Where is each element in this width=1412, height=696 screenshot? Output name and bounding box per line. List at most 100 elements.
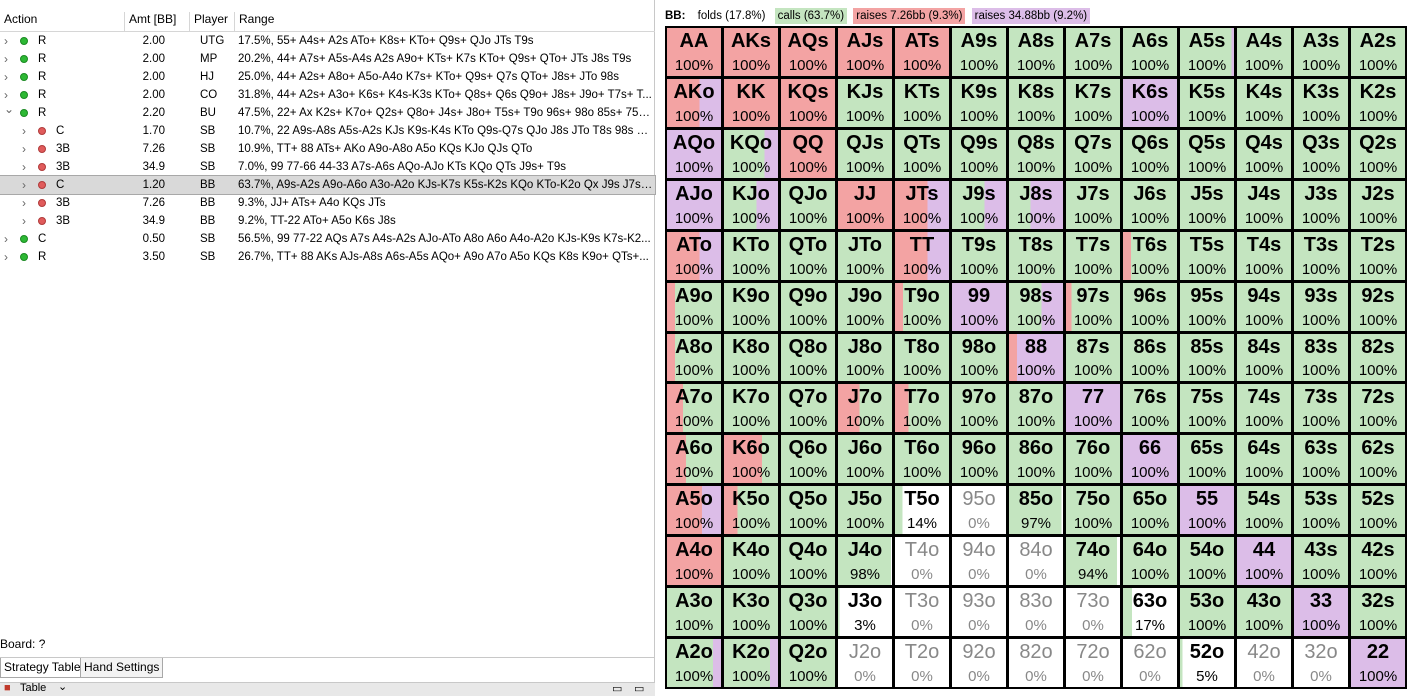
action-row[interactable]: › R 3.50 SB 26.7%, TT+ 88 AKs AJs-A8s A6s-A5… [0, 248, 655, 266]
hand-cell-Q8s[interactable]: Q8s 100% [1009, 129, 1063, 178]
hand-cell-K2s[interactable]: K2s 100% [1351, 78, 1405, 127]
hand-cell-87o[interactable]: 87o 100% [1009, 384, 1063, 433]
hand-cell-75o[interactable]: 75o 100% [1066, 486, 1120, 535]
hand-cell-K6s[interactable]: K6s 100% [1123, 78, 1177, 127]
hand-cell-KTs[interactable]: KTs 100% [895, 78, 949, 127]
hand-cell-76o[interactable]: 76o 100% [1066, 435, 1120, 484]
hand-cell-J5s[interactable]: J5s 100% [1180, 180, 1234, 229]
hand-cell-KQo[interactable]: KQo 100% [724, 129, 778, 178]
expand-chevron-icon[interactable]: › [22, 194, 26, 212]
hand-cell-KJs[interactable]: KJs 100% [838, 78, 892, 127]
hand-cell-Q4o[interactable]: Q4o 100% [781, 537, 835, 586]
hand-cell-44[interactable]: 44 100% [1237, 537, 1291, 586]
col-header-player[interactable]: Player [189, 12, 228, 32]
hand-cell-77[interactable]: 77 100% [1066, 384, 1120, 433]
hand-cell-Q9o[interactable]: Q9o 100% [781, 282, 835, 331]
expand-chevron-icon[interactable]: › [4, 230, 8, 248]
hand-cell-QQ[interactable]: QQ 100% [781, 129, 835, 178]
action-row[interactable]: › C 1.20 BB 63.7%, A9s-A2s A9o-A6o A3o-A2o K… [0, 175, 656, 195]
hand-cell-KK[interactable]: KK 100% [724, 78, 778, 127]
hand-cell-J4s[interactable]: J4s 100% [1237, 180, 1291, 229]
hand-cell-98s[interactable]: 98s 100% [1009, 282, 1063, 331]
hand-cell-J8o[interactable]: J8o 100% [838, 333, 892, 382]
hand-cell-54s[interactable]: 54s 100% [1237, 486, 1291, 535]
hand-cell-J5o[interactable]: J5o 100% [838, 486, 892, 535]
expand-chevron-icon[interactable]: › [22, 158, 26, 176]
hand-cell-QTs[interactable]: QTs 100% [895, 129, 949, 178]
hand-cell-K2o[interactable]: K2o 100% [724, 639, 778, 687]
hand-cell-A9s[interactable]: A9s 100% [952, 28, 1006, 76]
hand-cell-65s[interactable]: 65s 100% [1180, 435, 1234, 484]
hand-cell-JTs[interactable]: JTs 100% [895, 180, 949, 229]
hand-cell-82o[interactable]: 82o 0% [1009, 639, 1063, 687]
hand-cell-92o[interactable]: 92o 0% [952, 639, 1006, 687]
hand-cell-74o[interactable]: 74o 94% [1066, 537, 1120, 586]
hand-cell-K5o[interactable]: K5o 100% [724, 486, 778, 535]
maximize-icon[interactable]: ▭ [634, 683, 644, 695]
hand-cell-95o[interactable]: 95o 0% [952, 486, 1006, 535]
hand-cell-54o[interactable]: 54o 100% [1180, 537, 1234, 586]
hand-cell-Q4s[interactable]: Q4s 100% [1237, 129, 1291, 178]
hand-cell-64s[interactable]: 64s 100% [1237, 435, 1291, 484]
hand-cell-A5s[interactable]: A5s 100% [1180, 28, 1234, 76]
hand-cell-96o[interactable]: 96o 100% [952, 435, 1006, 484]
hand-cell-A7s[interactable]: A7s 100% [1066, 28, 1120, 76]
hand-cell-AKs[interactable]: AKs 100% [724, 28, 778, 76]
hand-cell-66[interactable]: 66 100% [1123, 435, 1177, 484]
hand-cell-62s[interactable]: 62s 100% [1351, 435, 1405, 484]
tab-hand-settings[interactable]: Hand Settings [80, 658, 164, 678]
hand-cell-92s[interactable]: 92s 100% [1351, 282, 1405, 331]
hand-cell-A3s[interactable]: A3s 100% [1294, 28, 1348, 76]
hand-cell-53o[interactable]: 53o 100% [1180, 588, 1234, 637]
hand-cell-43o[interactable]: 43o 100% [1237, 588, 1291, 637]
hand-cell-73o[interactable]: 73o 0% [1066, 588, 1120, 637]
hand-cell-97s[interactable]: 97s 100% [1066, 282, 1120, 331]
expand-chevron-icon[interactable]: › [22, 122, 26, 140]
hand-cell-83o[interactable]: 83o 0% [1009, 588, 1063, 637]
hand-cell-T4s[interactable]: T4s 100% [1237, 231, 1291, 280]
hand-cell-Q3o[interactable]: Q3o 100% [781, 588, 835, 637]
hand-cell-ATo[interactable]: ATo 100% [667, 231, 721, 280]
hand-cell-87s[interactable]: 87s 100% [1066, 333, 1120, 382]
hand-cell-62o[interactable]: 62o 0% [1123, 639, 1177, 687]
hand-cell-A8s[interactable]: A8s 100% [1009, 28, 1063, 76]
expand-chevron-icon[interactable]: › [4, 32, 8, 50]
hand-cell-83s[interactable]: 83s 100% [1294, 333, 1348, 382]
expand-chevron-icon[interactable]: › [22, 176, 26, 194]
action-row[interactable]: › R 2.00 MP 20.2%, 44+ A7s+ A5s-A4s A2s A9o+… [0, 50, 655, 68]
hand-cell-52s[interactable]: 52s 100% [1351, 486, 1405, 535]
hand-cell-85o[interactable]: 85o 97% [1009, 486, 1063, 535]
action-row[interactable]: › R 2.00 UTG 17.5%, 55+ A4s+ A2s ATo+ K8s+ K… [0, 32, 655, 50]
hand-cell-Q2o[interactable]: Q2o 100% [781, 639, 835, 687]
hand-cell-A5o[interactable]: A5o 100% [667, 486, 721, 535]
expand-chevron-icon[interactable]: › [22, 212, 26, 230]
hand-cell-82s[interactable]: 82s 100% [1351, 333, 1405, 382]
hand-cell-K8s[interactable]: K8s 100% [1009, 78, 1063, 127]
hand-cell-86o[interactable]: 86o 100% [1009, 435, 1063, 484]
hand-cell-72s[interactable]: 72s 100% [1351, 384, 1405, 433]
hand-cell-Q6o[interactable]: Q6o 100% [781, 435, 835, 484]
action-row[interactable]: › C 0.50 SB 56.5%, 99 77-22 AQs A7s A4s-A2s … [0, 230, 655, 248]
hand-cell-T5o[interactable]: T5o 14% [895, 486, 949, 535]
expand-chevron-icon[interactable]: › [22, 140, 26, 158]
hand-cell-63s[interactable]: 63s 100% [1294, 435, 1348, 484]
hand-cell-86s[interactable]: 86s 100% [1123, 333, 1177, 382]
action-row[interactable]: › 3B 7.26 SB 10.9%, TT+ 88 ATs+ AKo A9o-A8o … [0, 140, 655, 158]
action-row[interactable]: › 3B 34.9 SB 7.0%, 99 77-66 44-33 A7s-A6s AQ… [0, 158, 655, 176]
hand-cell-K3o[interactable]: K3o 100% [724, 588, 778, 637]
hand-cell-Q7o[interactable]: Q7o 100% [781, 384, 835, 433]
hand-cell-AJo[interactable]: AJo 100% [667, 180, 721, 229]
minimize-icon[interactable]: ▭ [612, 683, 622, 695]
hand-cell-K3s[interactable]: K3s 100% [1294, 78, 1348, 127]
hand-cell-93s[interactable]: 93s 100% [1294, 282, 1348, 331]
hand-cell-J9s[interactable]: J9s 100% [952, 180, 1006, 229]
hand-cell-J7o[interactable]: J7o 100% [838, 384, 892, 433]
hand-cell-J3o[interactable]: J3o 3% [838, 588, 892, 637]
hand-cell-J2s[interactable]: J2s 100% [1351, 180, 1405, 229]
expand-chevron-icon[interactable]: › [4, 50, 8, 68]
hand-cell-KQs[interactable]: KQs 100% [781, 78, 835, 127]
hand-cell-T3s[interactable]: T3s 100% [1294, 231, 1348, 280]
hand-cell-Q5s[interactable]: Q5s 100% [1180, 129, 1234, 178]
hand-cell-Q2s[interactable]: Q2s 100% [1351, 129, 1405, 178]
hand-cell-JJ[interactable]: JJ 100% [838, 180, 892, 229]
